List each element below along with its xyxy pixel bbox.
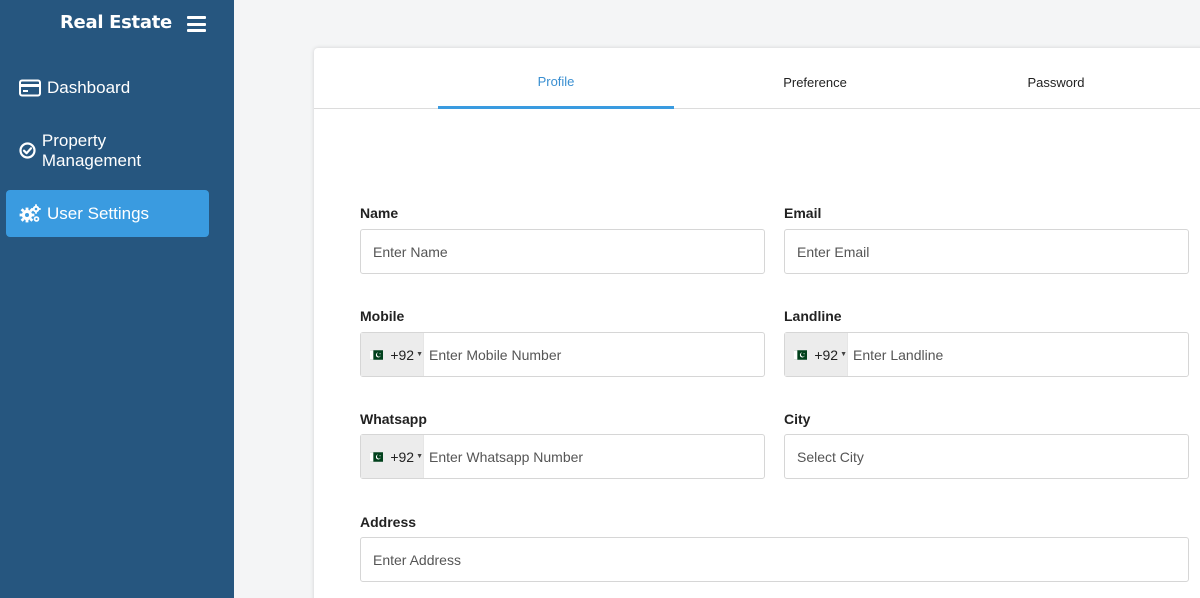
whatsapp-input[interactable] — [424, 435, 764, 478]
sidebar-item-label: Property Management — [41, 130, 142, 170]
caret-down-icon: ▼ — [416, 351, 423, 358]
sidebar-item-label: User Settings — [47, 203, 150, 223]
city-field-box — [784, 434, 1189, 479]
check-circle-icon — [19, 140, 37, 162]
whatsapp-field-box: +92 ▼ — [360, 434, 765, 479]
name-label: Name — [360, 205, 399, 221]
tab-password[interactable]: Password — [938, 48, 1174, 109]
sidebar-item-property-management[interactable]: Property Management — [6, 127, 209, 174]
email-field-box — [784, 229, 1189, 274]
landline-field-box: +92 ▼ — [784, 332, 1189, 377]
sidebar-item-dashboard[interactable]: Dashboard — [6, 64, 209, 111]
country-code-selector[interactable]: +92 ▼ — [361, 333, 424, 376]
tab-bar: Profile Preference Password — [314, 48, 1200, 109]
sidebar: Real Estate Dashboard Property Managemen… — [0, 0, 234, 598]
name-input[interactable] — [361, 230, 764, 273]
credit-card-icon — [19, 77, 41, 99]
pakistan-flag-icon — [794, 349, 808, 360]
country-code-selector[interactable]: +92 ▼ — [361, 435, 424, 478]
email-input[interactable] — [785, 230, 1188, 273]
mobile-field-box: +92 ▼ — [360, 332, 765, 377]
tab-preference[interactable]: Preference — [697, 48, 933, 109]
gears-icon — [19, 203, 41, 225]
city-label: City — [784, 411, 811, 427]
brand-title: Real Estate — [60, 12, 172, 33]
caret-down-icon: ▼ — [840, 351, 847, 358]
pakistan-flag-icon — [370, 349, 384, 360]
country-code-selector[interactable]: +92 ▼ — [785, 333, 848, 376]
tab-profile[interactable]: Profile — [438, 48, 674, 109]
landline-input[interactable] — [848, 333, 1188, 376]
name-field-box — [360, 229, 765, 274]
address-field-box — [360, 537, 1189, 582]
city-select[interactable] — [785, 435, 1188, 478]
whatsapp-label: Whatsapp — [360, 411, 427, 427]
country-code: +92 — [390, 346, 415, 363]
address-label: Address — [360, 514, 417, 530]
email-label: Email — [784, 205, 822, 221]
hamburger-menu-icon[interactable] — [187, 16, 206, 32]
sidebar-item-user-settings[interactable]: User Settings — [6, 190, 209, 237]
country-code: +92 — [390, 448, 415, 465]
landline-label: Landline — [784, 308, 842, 324]
mobile-label: Mobile — [360, 308, 405, 324]
country-code: +92 — [814, 346, 839, 363]
sidebar-item-label: Dashboard — [47, 77, 131, 97]
pakistan-flag-icon — [370, 451, 384, 462]
settings-card: Profile Preference Password Name Email M… — [314, 48, 1200, 598]
caret-down-icon: ▼ — [416, 453, 423, 460]
address-input[interactable] — [361, 538, 1188, 581]
mobile-input[interactable] — [424, 333, 764, 376]
